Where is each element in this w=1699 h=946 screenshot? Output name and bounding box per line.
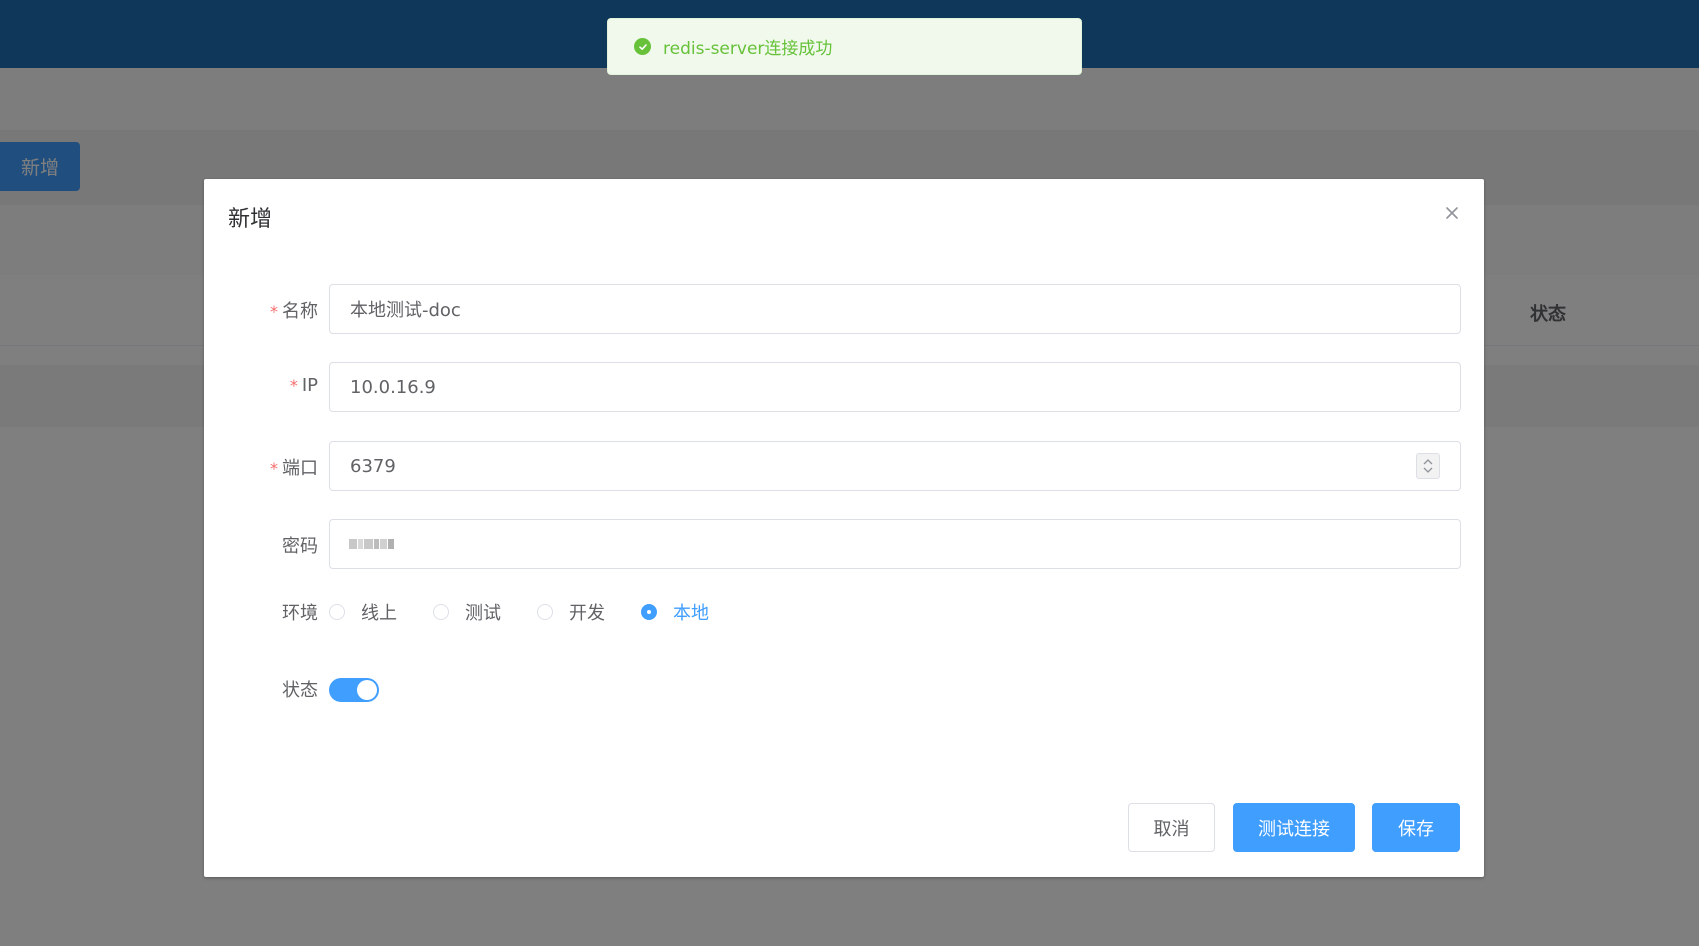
env-radio-group: 线上 测试 开发 本地 [329, 599, 745, 625]
env-option-test[interactable]: 测试 [433, 599, 501, 625]
check-circle-icon [634, 38, 651, 55]
port-label: * 端口 [270, 458, 318, 479]
env-option-local[interactable]: 本地 [641, 599, 709, 625]
port-input[interactable] [329, 441, 1461, 491]
env-option-dev[interactable]: 开发 [537, 599, 605, 625]
name-label: * 名称 [270, 301, 318, 322]
password-masked-value [349, 537, 395, 551]
status-switch[interactable] [329, 678, 379, 702]
dialog-title: 新增 [228, 207, 273, 232]
radio-circle [537, 604, 553, 620]
test-connection-button[interactable]: 测试连接 [1233, 803, 1355, 852]
ip-input[interactable] [329, 362, 1461, 412]
name-input[interactable] [329, 284, 1461, 334]
password-input[interactable] [329, 519, 1461, 569]
success-toast: redis-server连接成功 [607, 18, 1082, 75]
ip-label: * IP [289, 375, 318, 396]
password-label: 密码 [282, 536, 318, 557]
add-server-dialog: 新增 *名称 *IP *端口 密码 环境 线上 [204, 179, 1484, 877]
env-option-online[interactable]: 线上 [329, 599, 397, 625]
radio-circle [433, 604, 449, 620]
status-label: 状态 [282, 680, 318, 701]
toast-message: redis-server连接成功 [663, 39, 833, 59]
port-stepper[interactable] [1416, 453, 1440, 479]
radio-circle-checked [641, 604, 657, 620]
switch-knob [357, 680, 377, 700]
env-label: 环境 [282, 603, 318, 624]
save-button[interactable]: 保存 [1372, 803, 1460, 852]
close-icon[interactable] [1442, 203, 1462, 223]
radio-circle [329, 604, 345, 620]
cancel-button[interactable]: 取消 [1128, 803, 1215, 852]
